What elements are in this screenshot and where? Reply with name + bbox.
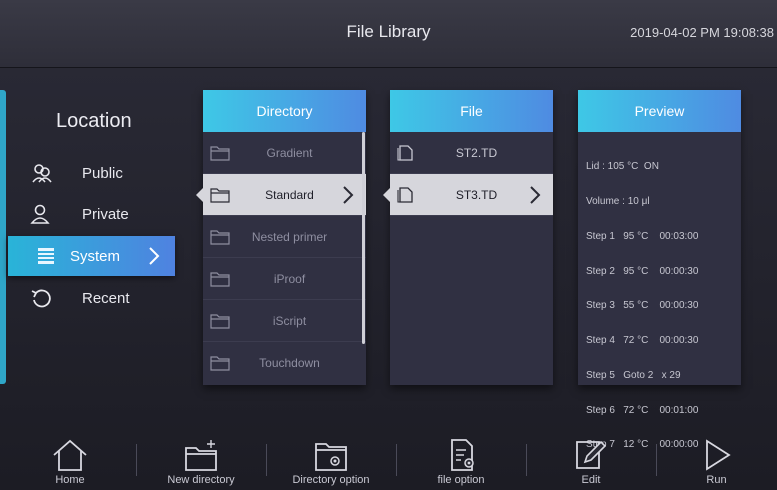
datetime-display: 2019-04-02 PM 19:08:38 bbox=[630, 25, 774, 40]
title-bar: File Library 2019-04-02 PM 19:08:38 bbox=[0, 0, 777, 68]
folder-icon bbox=[210, 230, 230, 245]
users-icon bbox=[32, 164, 52, 183]
home-icon bbox=[53, 439, 87, 471]
directory-option-label: Directory option bbox=[292, 474, 370, 486]
directory-item-touchdown[interactable]: Touchdown bbox=[203, 342, 366, 384]
file-option-button[interactable]: file option bbox=[396, 430, 526, 490]
location-item-system[interactable]: System bbox=[8, 236, 175, 276]
new-directory-label: New directory bbox=[167, 474, 235, 486]
edit-icon bbox=[576, 440, 607, 469]
directory-item-iproof[interactable]: iProof bbox=[203, 258, 366, 300]
list-icon bbox=[38, 248, 54, 264]
location-item-private[interactable]: Private bbox=[30, 198, 170, 230]
location-item-label: Recent bbox=[82, 289, 130, 307]
preview-line: Step 6 72 °C 00:01:00 bbox=[586, 404, 699, 416]
chevron-right-icon bbox=[149, 247, 160, 265]
directory-header: Directory bbox=[203, 90, 366, 132]
edit-label: Edit bbox=[581, 474, 601, 486]
new-folder-icon bbox=[185, 440, 217, 471]
folder-icon bbox=[210, 314, 230, 329]
preview-line: Lid : 105 °C ON bbox=[586, 161, 659, 173]
preview-content: Lid : 105 °C ON Volume : 10 μl Step 1 95… bbox=[578, 132, 741, 480]
selection-pointer bbox=[196, 188, 203, 202]
left-accent-bar bbox=[0, 90, 6, 384]
chevron-right-icon bbox=[530, 186, 541, 204]
preview-line: Step 5 Goto 2 x 29 bbox=[586, 369, 681, 381]
location-item-label: System bbox=[70, 247, 121, 265]
preview-line: Volume : 10 μl bbox=[586, 195, 650, 207]
user-icon bbox=[30, 204, 50, 224]
preview-panel: Preview Lid : 105 °C ON Volume : 10 μl S… bbox=[578, 90, 741, 450]
file-icon bbox=[397, 187, 413, 203]
folder-icon bbox=[210, 272, 230, 287]
run-button[interactable]: Run bbox=[656, 430, 777, 490]
preview-header: Preview bbox=[578, 90, 741, 132]
location-item-public[interactable]: Public bbox=[30, 157, 170, 189]
chevron-right-icon bbox=[343, 186, 354, 204]
file-item-st3[interactable]: ST3.TD bbox=[383, 174, 553, 216]
new-directory-button[interactable]: New directory bbox=[136, 430, 266, 490]
file-settings-icon bbox=[451, 439, 474, 471]
directory-item-nested-primer[interactable]: Nested primer bbox=[203, 216, 366, 258]
folder-icon bbox=[210, 188, 230, 203]
file-header: File bbox=[390, 90, 553, 132]
preview-line: Step 1 95 °C 00:03:00 bbox=[586, 230, 699, 242]
edit-button[interactable]: Edit bbox=[526, 430, 656, 490]
history-icon bbox=[31, 289, 51, 308]
location-item-label: Public bbox=[82, 164, 123, 182]
run-label: Run bbox=[706, 474, 727, 486]
directory-item-standard[interactable]: Standard bbox=[196, 174, 366, 216]
directory-scrollbar[interactable] bbox=[362, 132, 365, 344]
location-item-recent[interactable]: Recent bbox=[30, 282, 170, 314]
location-title: Location bbox=[56, 110, 132, 132]
location-item-label: Private bbox=[82, 205, 129, 223]
preview-line: Step 2 95 °C 00:00:30 bbox=[586, 265, 699, 277]
directory-item-iscript[interactable]: iScript bbox=[203, 300, 366, 342]
file-item-st2[interactable]: ST2.TD bbox=[390, 132, 553, 174]
folder-icon bbox=[210, 146, 230, 161]
play-icon bbox=[705, 439, 731, 471]
preview-line: Step 4 72 °C 00:00:30 bbox=[586, 335, 699, 347]
directory-option-button[interactable]: Directory option bbox=[266, 430, 396, 490]
home-button[interactable]: Home bbox=[5, 430, 135, 490]
folder-settings-icon bbox=[315, 443, 347, 471]
selection-pointer bbox=[383, 188, 390, 202]
file-panel: File ST2.TD ST3.TD bbox=[383, 90, 553, 385]
preview-line: Step 3 55 °C 00:00:30 bbox=[586, 300, 699, 312]
directory-panel: Directory Gradient Standard Nested prime… bbox=[196, 90, 366, 385]
home-label: Home bbox=[55, 474, 85, 486]
folder-icon bbox=[210, 356, 230, 371]
file-option-label: file option bbox=[437, 474, 485, 486]
directory-item-gradient[interactable]: Gradient bbox=[203, 132, 366, 174]
file-icon bbox=[397, 145, 413, 161]
bottom-toolbar: Home New directory Directory option file… bbox=[0, 430, 777, 490]
